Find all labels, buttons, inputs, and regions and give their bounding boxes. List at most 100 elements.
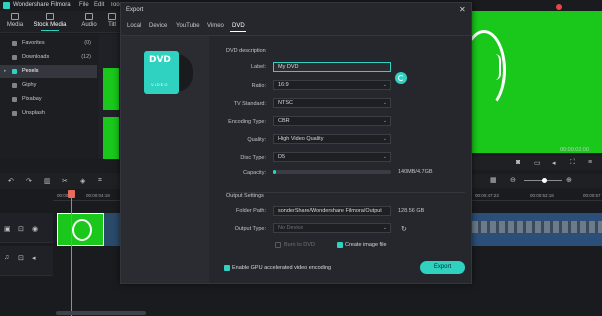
- menu-edit[interactable]: Edit: [94, 2, 104, 8]
- label-field-label: Label:: [251, 64, 266, 70]
- burn-to-dvd-checkbox[interactable]: [275, 242, 281, 248]
- preview-time: 00:00:02:00: [560, 147, 590, 153]
- create-image-file-checkbox[interactable]: [337, 242, 343, 248]
- settings-icon[interactable]: ≡: [588, 159, 592, 166]
- sidebar-item-favorites[interactable]: Favorites (0): [0, 37, 97, 50]
- dropdown-icon: ⌄: [382, 154, 387, 160]
- clip-ring-graphic: [72, 219, 92, 241]
- dropdown-icon: ⌄: [382, 225, 387, 231]
- ruler-time: 00:00:52:18: [530, 193, 554, 198]
- render-icon[interactable]: ▦: [490, 176, 497, 184]
- label-input[interactable]: My DVD: [273, 62, 391, 72]
- redo-icon[interactable]: ↷: [26, 177, 32, 185]
- dropdown-icon: ⌄: [382, 100, 387, 106]
- menu-file[interactable]: File: [79, 2, 89, 8]
- cut-icon[interactable]: ✂: [62, 177, 68, 185]
- zoom-slider-handle[interactable]: [542, 178, 547, 183]
- timeline-zoom-bar: ▦ ⊖ ⊕: [472, 174, 602, 188]
- tab-local[interactable]: Local: [127, 23, 141, 29]
- tab-stock-media[interactable]: Stock Media: [32, 13, 68, 31]
- pixabay-icon: [12, 97, 17, 102]
- tag-icon[interactable]: ◈: [80, 177, 85, 185]
- dvd-icon-subtext: VIDEO: [151, 82, 169, 87]
- burn-to-dvd-label: Burn to DVD: [284, 242, 315, 248]
- clip-filmstrip: [472, 221, 602, 233]
- unsplash-icon: [12, 111, 17, 116]
- folder-path-label: Folder Path:: [236, 208, 266, 214]
- timeline-scrollbar[interactable]: [56, 311, 146, 315]
- record-indicator-icon: [556, 4, 562, 10]
- speaker-icon[interactable]: ◂: [32, 254, 36, 262]
- media-icon: [11, 13, 19, 20]
- lock-icon[interactable]: ⊡: [18, 225, 24, 233]
- sidebar-item-pixabay[interactable]: Pixabay: [0, 93, 97, 106]
- eye-icon[interactable]: ◉: [32, 225, 38, 233]
- camera-icon[interactable]: ◙: [516, 159, 520, 166]
- output-type-select[interactable]: No Device ⌄: [273, 223, 391, 233]
- delete-icon[interactable]: ▥: [44, 177, 51, 185]
- heart-icon: [12, 41, 17, 46]
- sidebar-item-pexels[interactable]: ▸ Pexels: [0, 65, 97, 78]
- tab-audio[interactable]: Audio: [77, 13, 101, 28]
- zoom-out-icon[interactable]: ⊖: [510, 176, 516, 184]
- gpu-accel-label: Enable GPU accelerated video encoding: [232, 265, 332, 271]
- tab-media[interactable]: Media: [3, 13, 27, 28]
- media-thumbnail[interactable]: [103, 68, 119, 110]
- tv-standard-select[interactable]: NTSC ⌄: [273, 98, 391, 108]
- ruler-time: 00:00:57: [583, 193, 601, 198]
- close-icon[interactable]: ✕: [459, 5, 466, 14]
- playhead-handle[interactable]: [68, 190, 75, 198]
- ruler-time: 00:00:47:23: [475, 193, 499, 198]
- ruler-time: 00:00:04:19: [86, 193, 110, 198]
- playhead[interactable]: [71, 190, 72, 316]
- disc-type-select[interactable]: D5 ⌄: [273, 152, 391, 162]
- video-track-icon: ▣: [4, 226, 11, 233]
- tab-titles[interactable]: Titl: [104, 13, 120, 28]
- dialog-title: Export: [126, 7, 144, 13]
- refresh-icon[interactable]: ↻: [401, 225, 407, 233]
- sidebar-item-downloads[interactable]: Downloads (12): [0, 51, 97, 64]
- preview-ring-accent: [495, 54, 501, 80]
- tab-youtube[interactable]: YouTube: [176, 23, 200, 29]
- giphy-icon: [12, 83, 17, 88]
- capacity-bar-fill: [273, 170, 276, 174]
- download-icon: [12, 55, 17, 60]
- sidebar-item-giphy[interactable]: Giphy: [0, 79, 97, 92]
- encoding-type-select[interactable]: CBR ⌄: [273, 116, 391, 126]
- capacity-bar: [273, 170, 391, 174]
- folder-path-input[interactable]: sonderShare/Wondershare Filmora/Output: [273, 206, 391, 216]
- chevron-right-icon: ▸: [4, 68, 7, 74]
- tv-standard-label: TV Standard:: [233, 101, 266, 107]
- export-button[interactable]: Export: [420, 261, 465, 274]
- fullscreen-icon[interactable]: ⛶: [570, 159, 575, 167]
- ratio-label: Ratio:: [251, 83, 266, 89]
- display-icon[interactable]: ▭: [534, 159, 541, 167]
- zoom-in-icon[interactable]: ⊕: [566, 176, 572, 184]
- crop-icon[interactable]: ⌗: [98, 177, 102, 185]
- ruler-time: 00:00: [57, 193, 69, 198]
- stock-media-icon: [46, 13, 54, 20]
- dvd-description-heading: DVD description: [226, 48, 266, 54]
- quality-select[interactable]: High Video Quality ⌄: [273, 134, 391, 144]
- folder-free-space: 128.56 GB: [398, 208, 425, 214]
- timeline-toolbar: ↶ ↷ ▥ ✂ ◈ ⌗: [0, 173, 120, 189]
- timeline-clip[interactable]: [104, 213, 121, 246]
- ratio-select[interactable]: 16:9 ⌄: [273, 80, 391, 90]
- refresh-icon[interactable]: [395, 72, 407, 84]
- dropdown-icon: ⌄: [382, 118, 387, 124]
- filmora-logo-icon: [3, 2, 10, 9]
- encoding-type-label: Encoding Type:: [228, 119, 266, 125]
- tab-vimeo[interactable]: Vimeo: [207, 23, 224, 29]
- media-thumbnail[interactable]: [103, 117, 119, 159]
- menu-tools[interactable]: Tools: [110, 2, 120, 8]
- lock-icon[interactable]: ⊡: [18, 254, 24, 262]
- pexels-icon: [12, 69, 17, 74]
- capacity-label: Capacity:: [243, 170, 266, 176]
- undo-icon[interactable]: ↶: [8, 177, 14, 185]
- volume-icon[interactable]: ◂: [552, 159, 556, 167]
- sidebar-item-unsplash[interactable]: Unsplash: [0, 107, 97, 120]
- gpu-accel-checkbox[interactable]: [224, 265, 230, 271]
- tab-dvd[interactable]: DVD: [232, 23, 245, 29]
- dropdown-icon: ⌄: [382, 82, 387, 88]
- tab-device[interactable]: Device: [149, 23, 167, 29]
